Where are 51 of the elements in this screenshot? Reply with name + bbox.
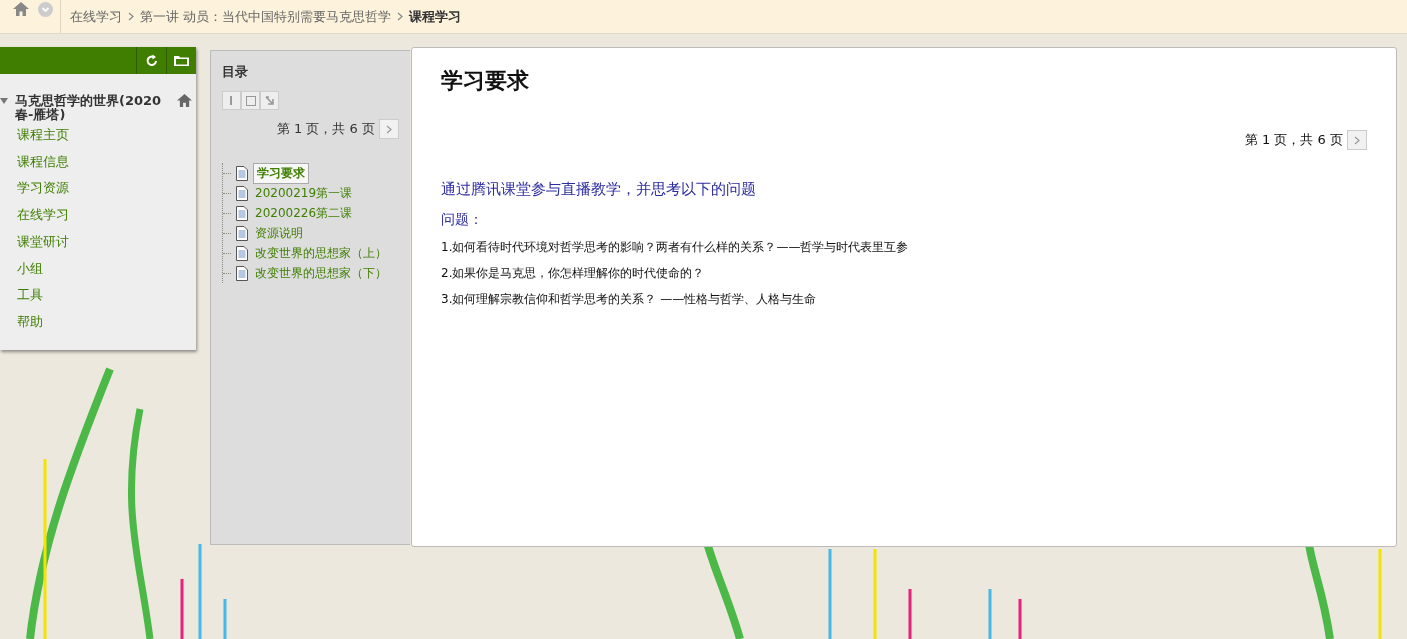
document-icon [236,265,248,281]
chevron-icon [386,124,392,134]
menu-link[interactable]: 帮助 [17,308,196,336]
refresh-icon [145,54,158,67]
arrow-button[interactable] [260,91,279,110]
next-page-button[interactable] [379,119,399,139]
question-text: 3.如何理解宗教信仰和哲学思考的关系？ ——性格与哲学、人格与生命 [441,292,818,307]
home-icon[interactable] [13,2,29,16]
folder-icon [174,55,189,66]
chevron-icon [397,12,404,21]
page-title: 学习要求 [441,67,530,95]
breadcrumb-current: 课程学习 [409,7,462,26]
toc-item[interactable]: 20200226第二课 [253,203,357,223]
toc-title: 目录 [222,63,249,81]
document-icon [236,165,248,181]
menu-link[interactable]: 在线学习 [17,202,196,229]
breadcrumb-link[interactable]: 第一讲 动员：当代中国特别需要马克思哲学 [140,7,392,26]
menu-link[interactable]: 学习资源 [17,175,196,203]
diagonal-arrow-icon [264,95,275,106]
toc-item[interactable]: 资源说明 [253,223,307,243]
document-icon [236,245,248,261]
breadcrumb-link[interactable]: 在线学习 [70,7,122,26]
next-page-button[interactable] [1347,130,1367,150]
menu-link[interactable]: 课程信息 [17,148,196,176]
menu-link[interactable]: 课堂研讨 [17,228,196,256]
home-icon[interactable] [177,94,192,107]
document-icon [236,225,248,241]
square-icon [245,95,256,106]
intro-text: 通过腾讯课堂参与直播教学，并思考以下的问题 [441,180,757,199]
menu-link[interactable]: 小组 [17,255,196,283]
menu-link[interactable]: 课程主页 [17,122,196,149]
collapse-button[interactable] [222,91,241,110]
toc-item[interactable]: 20200219第一课 [253,183,357,203]
course-title[interactable]: 马克思哲学的世界(2020春-雁塔) [15,94,170,122]
question-text: 2.如果你是马克思，你怎样理解你的时代使命的？ [441,266,706,281]
chevron-icon [128,12,134,21]
document-icon [236,205,248,221]
toc-item[interactable]: 改变世界的思想家（下） [253,263,391,283]
expand-triangle-icon[interactable] [0,98,8,104]
toc-item[interactable]: 学习要求 [253,162,309,184]
document-icon [236,185,248,201]
page-indicator: 第 1 页，共 6 页 [1244,131,1343,149]
question-text: 1.如何看待时代环境对哲学思考的影响？两者有什么样的关系？——哲学与时代表里互参 [441,240,910,255]
dropdown-icon[interactable] [38,2,53,17]
chevron-icon [1354,135,1360,145]
toc-item[interactable]: 改变世界的思想家（上） [253,243,391,263]
menu-link[interactable]: 工具 [17,282,196,309]
bar-icon [230,96,233,105]
question-heading: 问题： [441,211,484,229]
page-indicator: 第 1 页，共 6 页 [276,120,375,138]
square-button[interactable] [241,91,260,110]
